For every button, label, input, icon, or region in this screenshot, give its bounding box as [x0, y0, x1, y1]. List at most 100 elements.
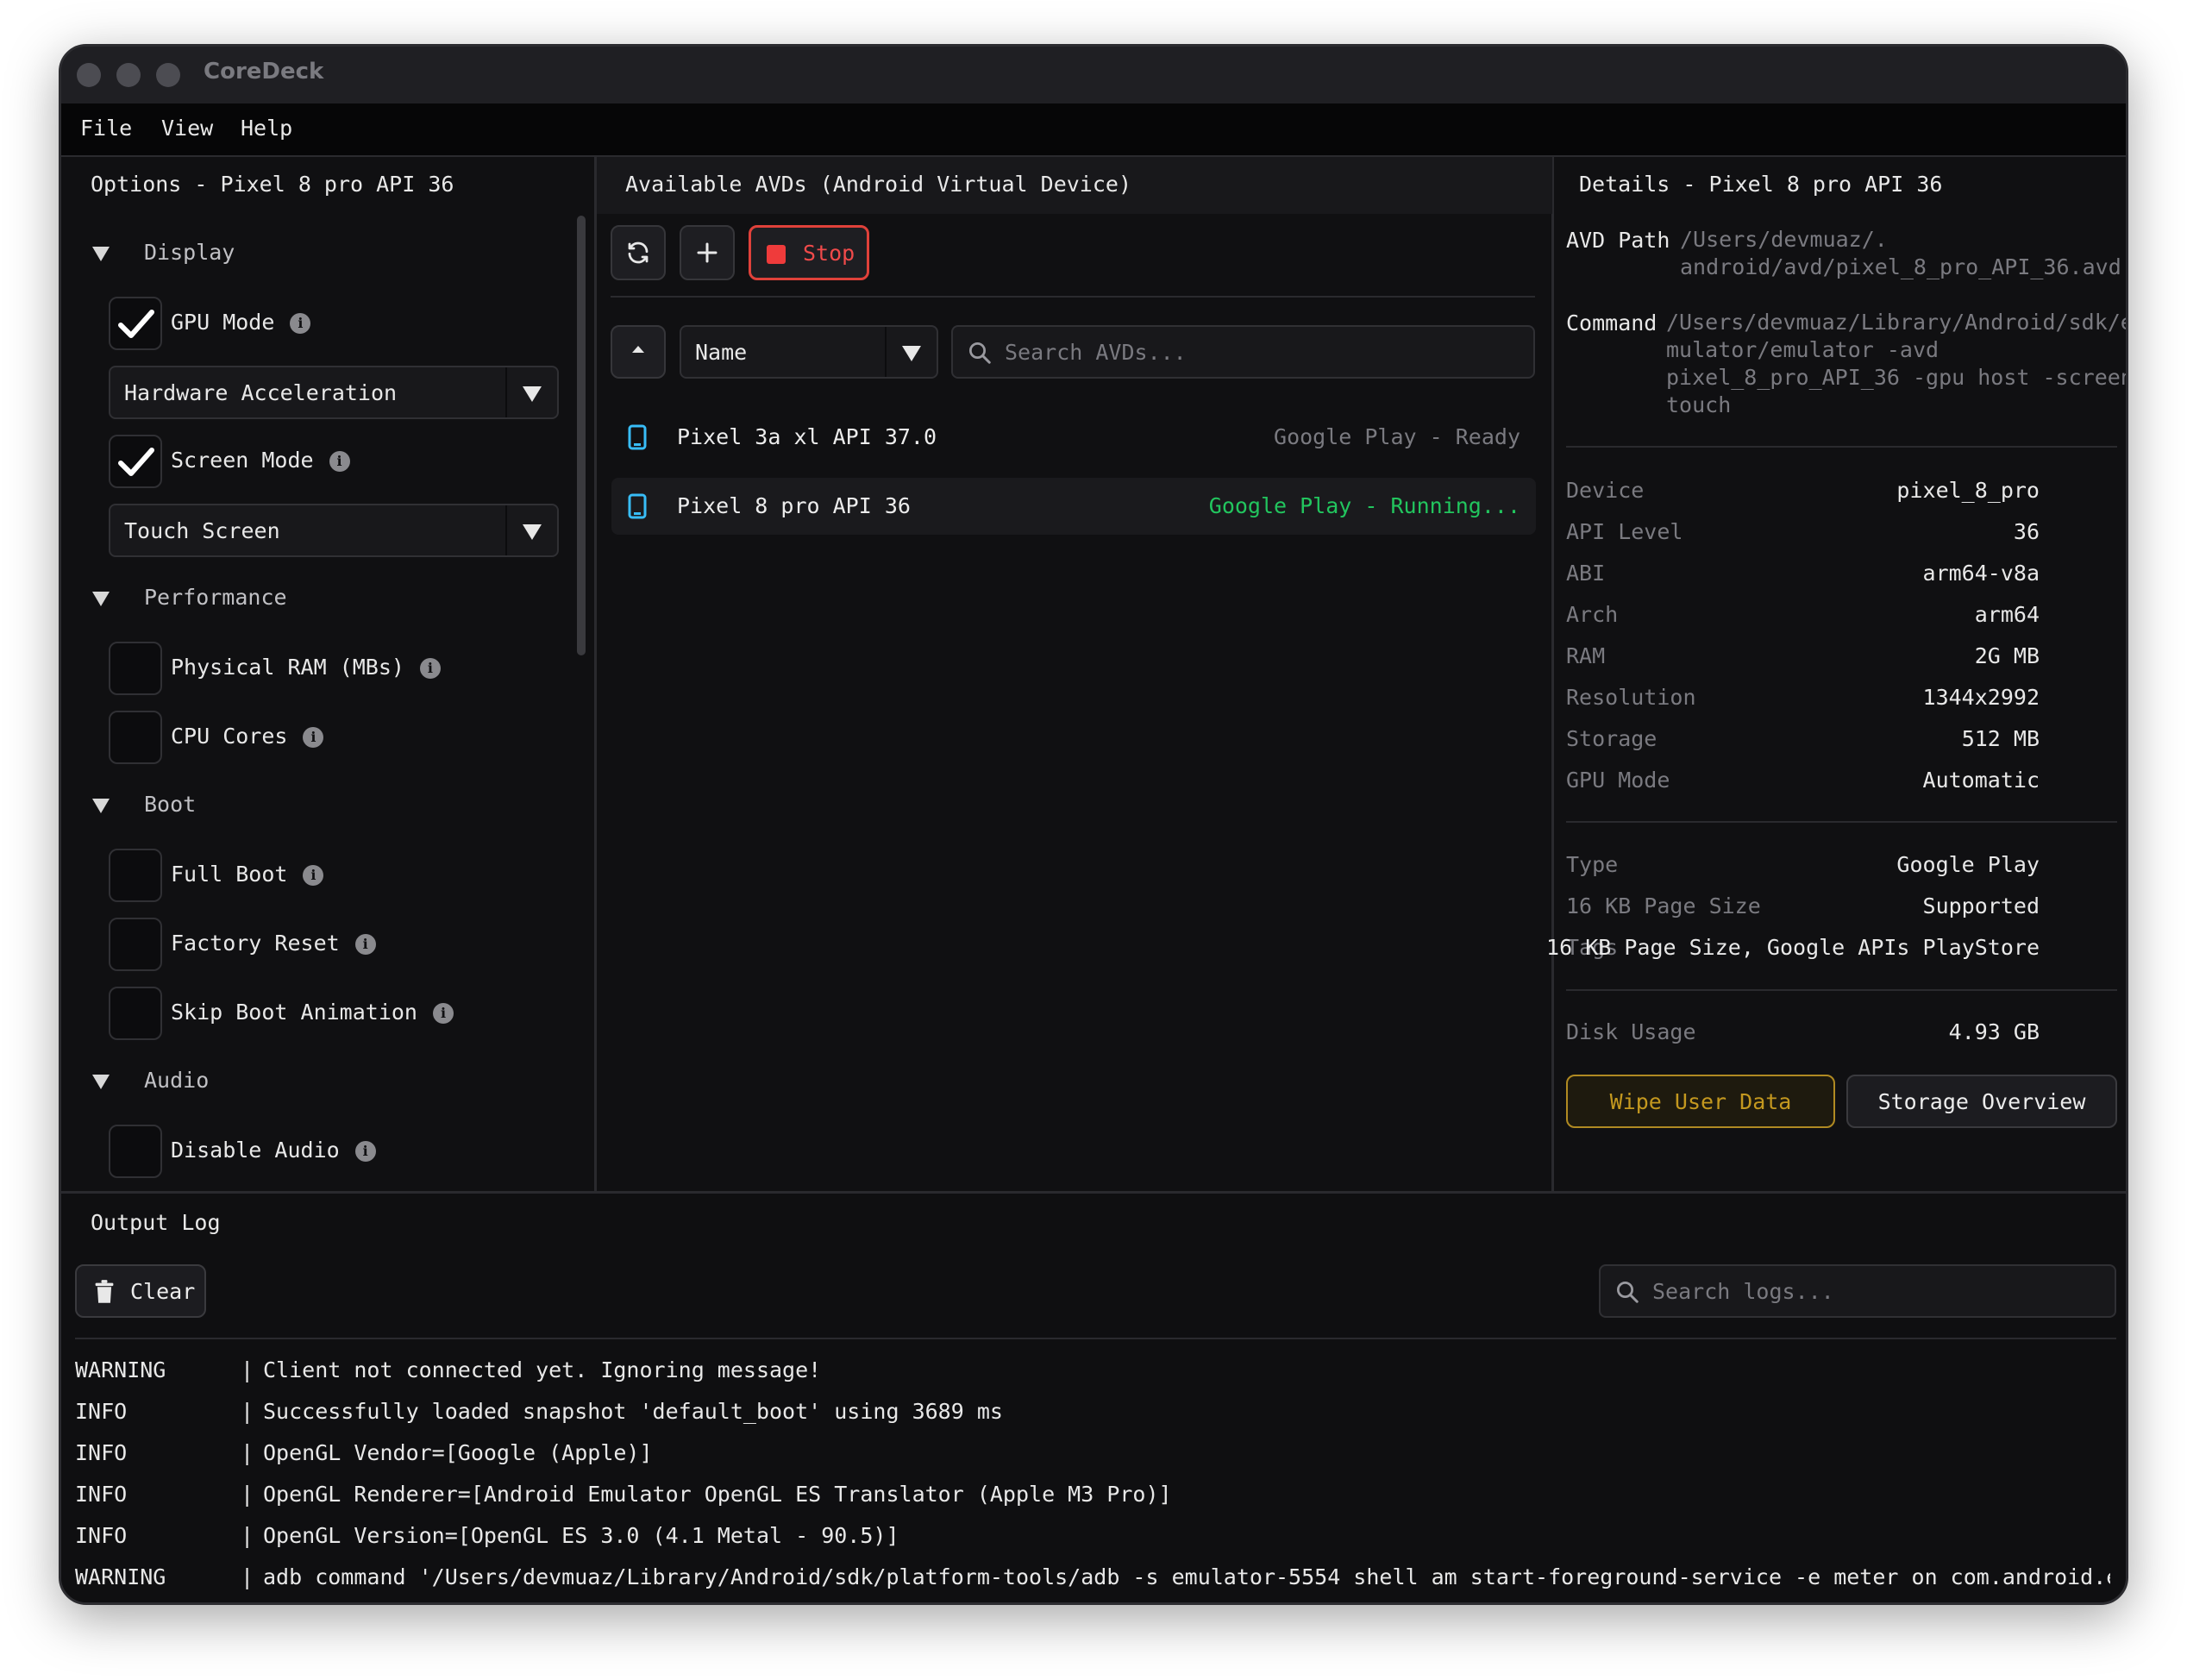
screen-mode-label: Screen Mode i: [171, 448, 350, 473]
info-icon[interactable]: i: [432, 1003, 454, 1024]
prop-value: 36: [2013, 519, 2040, 544]
options-scrollbar[interactable]: [577, 216, 586, 655]
prop-key: GPU Mode: [1566, 768, 1670, 793]
log-line: INFO | OpenGL Renderer=[Android Emulator O…: [75, 1482, 1172, 1507]
add-avd-button[interactable]: [680, 225, 735, 280]
section-display[interactable]: Display: [92, 240, 235, 265]
menu-file[interactable]: File: [80, 116, 132, 141]
gpu-mode-label: GPU Mode i: [171, 310, 311, 335]
info-icon[interactable]: i: [354, 1141, 376, 1162]
section-performance[interactable]: Performance: [92, 585, 287, 610]
disk-usage-value: 4.93 GB: [1948, 1019, 2040, 1044]
output-log-title: Output Log: [91, 1210, 221, 1235]
options-title: Options - Pixel 8 pro API 36: [91, 172, 454, 197]
factory-reset-checkbox[interactable]: [109, 918, 162, 971]
refresh-button[interactable]: [611, 225, 666, 280]
prop-key: ABI: [1566, 561, 1606, 586]
info-icon[interactable]: i: [303, 865, 324, 886]
title-bar: CoreDeck: [61, 47, 2126, 103]
log-line: INFO | OpenGL Vendor=[Google (Apple)]: [75, 1440, 653, 1465]
prop-value: 2G MB: [1974, 643, 2040, 668]
menu-bar: File View Help: [61, 103, 2126, 157]
phone-icon: [628, 424, 647, 450]
info-icon[interactable]: i: [290, 313, 311, 334]
search-icon: [1617, 1282, 1639, 1303]
prop-key: API Level: [1566, 519, 1683, 544]
sort-up-icon: [632, 346, 644, 353]
dropdown-arrow-icon: [523, 524, 542, 540]
menu-view[interactable]: View: [161, 116, 213, 141]
collapse-triangle-icon: [92, 591, 110, 606]
screen-mode-dropdown[interactable]: Touch Screen: [109, 504, 559, 557]
checkmark-icon: [118, 310, 154, 338]
sort-field-dropdown[interactable]: Name: [680, 325, 938, 379]
page-size-value: Supported: [1922, 893, 2040, 918]
wipe-user-data-button[interactable]: Wipe User Data: [1566, 1075, 1835, 1128]
prop-value: 512 MB: [1961, 726, 2040, 751]
phone-icon: [628, 493, 647, 519]
type-value: Google Play: [1896, 852, 2040, 877]
command-label: Command: [1566, 310, 1657, 335]
section-audio[interactable]: Audio: [92, 1068, 209, 1093]
details-title: Details - Pixel 8 pro API 36: [1579, 172, 1943, 197]
type-key: Type: [1566, 852, 1619, 877]
sort-direction-button[interactable]: [611, 325, 666, 379]
avd-status: Google Play - Ready: [1274, 424, 1520, 449]
log-line: INFO | Successfully loaded snapshot 'defau…: [75, 1399, 1003, 1424]
prop-value: pixel_8_pro: [1896, 478, 2040, 503]
avd-row-selected[interactable]: Pixel 8 pro API 36 Google Play - Running…: [611, 478, 1536, 535]
stop-square-icon: [767, 245, 786, 264]
collapse-triangle-icon: [92, 246, 110, 261]
prop-key: Storage: [1566, 726, 1657, 751]
gpu-mode-checkbox[interactable]: [109, 297, 162, 350]
physical-ram-label: Physical RAM (MBs) i: [171, 655, 441, 680]
disable-audio-checkbox[interactable]: [109, 1125, 162, 1178]
section-boot[interactable]: Boot: [92, 792, 196, 817]
full-boot-checkbox[interactable]: [109, 849, 162, 902]
dropdown-arrow-icon: [523, 386, 542, 402]
disable-audio-label: Disable Audio i: [171, 1138, 376, 1163]
storage-overview-button[interactable]: Storage Overview: [1846, 1075, 2117, 1128]
clear-log-button[interactable]: Clear: [75, 1264, 206, 1318]
prop-key: RAM: [1566, 643, 1606, 668]
cpu-cores-checkbox[interactable]: [109, 711, 162, 764]
prop-value: arm64-v8a: [1922, 561, 2040, 586]
prop-value: 1344x2992: [1922, 685, 2040, 710]
info-icon[interactable]: i: [354, 934, 376, 955]
panel-divider: [594, 157, 597, 1191]
log-line: WARNING | adb command '/Users/devmuaz/Libr…: [75, 1564, 2110, 1589]
app-title: CoreDeck: [204, 59, 324, 85]
close-window-button[interactable]: [77, 63, 101, 87]
gpu-mode-dropdown[interactable]: Hardware Acceleration: [109, 366, 559, 419]
log-line: WARNING | Client not connected yet. Ignori…: [75, 1357, 822, 1382]
screen-mode-checkbox[interactable]: [109, 435, 162, 488]
log-line: INFO | OpenGL Version=[OpenGL ES 3.0 (4.1 …: [75, 1523, 899, 1548]
info-icon[interactable]: i: [329, 451, 350, 472]
stop-button[interactable]: Stop: [749, 225, 869, 280]
prop-key: Device: [1566, 478, 1645, 503]
avd-row[interactable]: Pixel 3a xl API 37.0 Google Play - Ready: [611, 409, 1536, 466]
physical-ram-checkbox[interactable]: [109, 642, 162, 695]
prop-value: Automatic: [1922, 768, 2040, 793]
info-icon[interactable]: i: [303, 727, 324, 748]
collapse-triangle-icon: [92, 1074, 110, 1089]
info-icon[interactable]: i: [419, 658, 441, 679]
plus-icon: [697, 242, 718, 263]
menu-help[interactable]: Help: [241, 116, 292, 141]
disk-usage-key: Disk Usage: [1566, 1019, 1696, 1044]
minimize-window-button[interactable]: [116, 63, 141, 87]
full-boot-label: Full Boot i: [171, 862, 324, 887]
screen-mode-value: Touch Screen: [124, 518, 280, 543]
gpu-mode-value: Hardware Acceleration: [124, 380, 398, 405]
tags-value: 16 KB Page Size, Google APIs PlayStore: [1546, 935, 2040, 960]
panel-divider: [1551, 157, 1554, 1191]
skip-boot-animation-checkbox[interactable]: [109, 987, 162, 1040]
refresh-icon: [628, 241, 649, 264]
log-search-input[interactable]: Search logs...: [1599, 1264, 2116, 1318]
avd-status: Google Play - Running...: [1208, 493, 1520, 518]
skip-boot-animation-label: Skip Boot Animation i: [171, 1000, 454, 1025]
avd-search-input[interactable]: Search AVDs...: [951, 325, 1535, 379]
zoom-window-button[interactable]: [156, 63, 180, 87]
page-size-key: 16 KB Page Size: [1566, 893, 1761, 918]
cpu-cores-label: CPU Cores i: [171, 724, 324, 749]
